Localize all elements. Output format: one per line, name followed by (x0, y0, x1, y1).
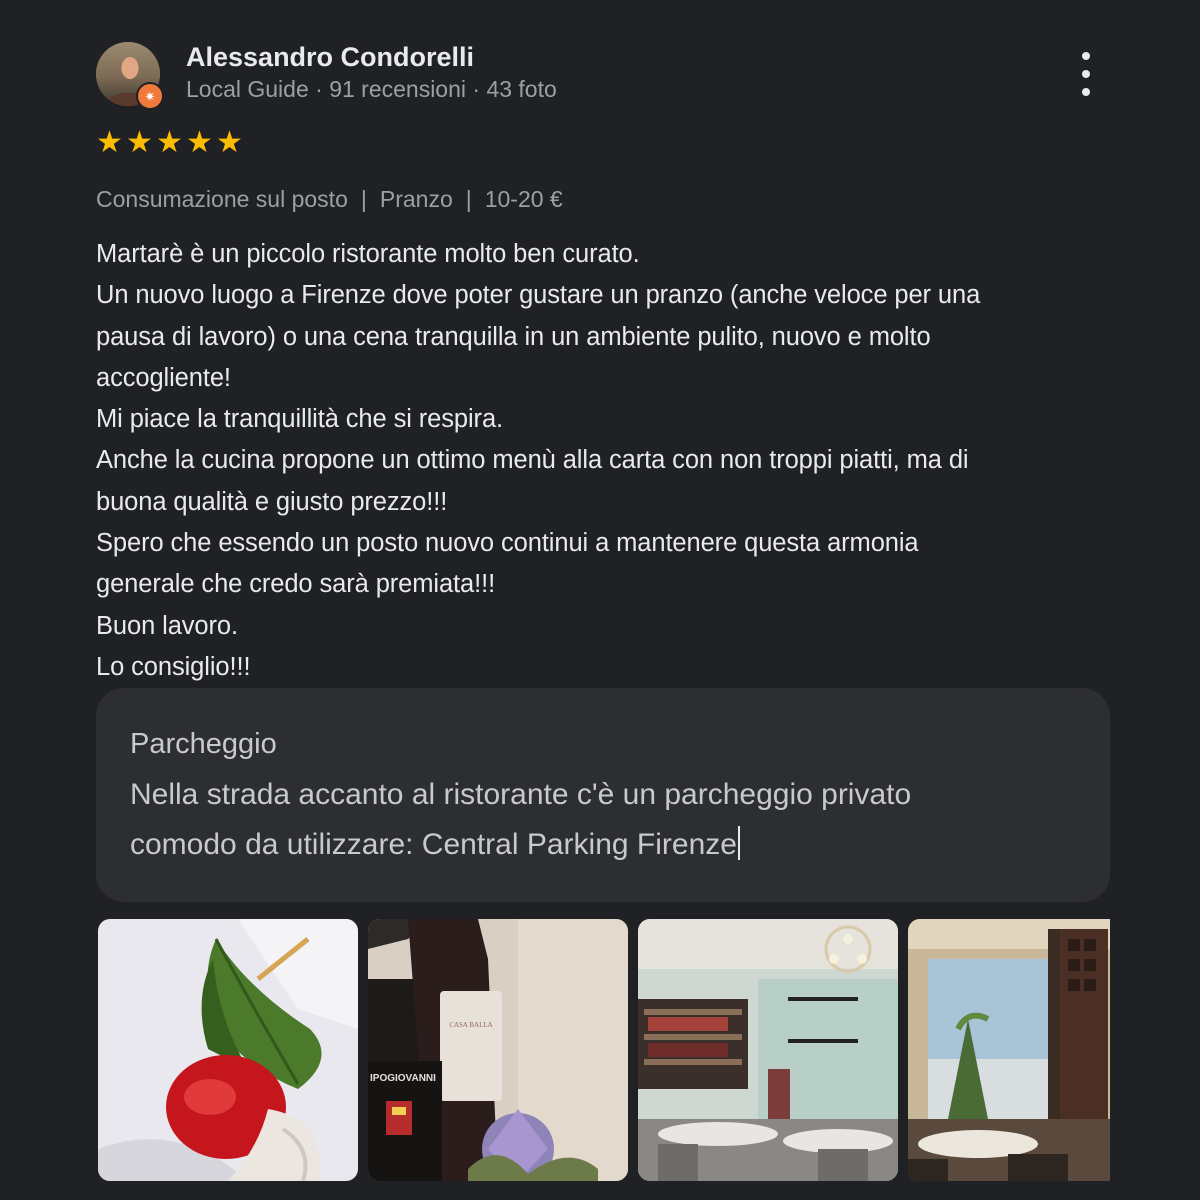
dot (1082, 52, 1090, 60)
dot (1082, 70, 1090, 78)
review-line: Lo consiglio!!! (96, 652, 251, 681)
star-icon: ★ (216, 126, 243, 159)
review-tag: 10-20 € (484, 186, 563, 212)
review-photos: CASA BALLA IPOGIOVANNI (96, 919, 1110, 1181)
star-icon: ★ (96, 126, 123, 159)
parking-title: Parcheggio (130, 728, 277, 760)
review-line: pausa di lavoro) o una cena tranquilla i… (96, 322, 931, 351)
reviewer-meta[interactable]: Local Guide · 91 recensioni · 43 foto (186, 76, 557, 103)
parking-line: Nella strada accanto al ristorante c'è u… (130, 778, 912, 811)
review-line: buona qualità e giusto prezzo!!! (96, 487, 448, 516)
tag-separator: | (360, 186, 367, 212)
parking-line: comodo da utilizzare: Central Parking Fi… (130, 820, 1090, 870)
restaurant-interior-photo[interactable] (638, 919, 898, 1181)
review-line: generale che credo sarà premiata!!! (96, 570, 496, 599)
star-icon: ★ (156, 126, 183, 159)
review-line: Buon lavoro. (96, 611, 238, 640)
review-line: Anche la cucina propone un ottimo menù a… (96, 446, 969, 475)
star-icon: ★ (126, 126, 153, 159)
star-icon: ★ (186, 126, 213, 159)
review-line: Spero che essendo un posto nuovo continu… (96, 529, 919, 558)
tag-separator: | (465, 186, 472, 212)
dining-room-window-photo[interactable] (908, 919, 1110, 1181)
review-tags: Consumazione sul posto | Pranzo | 10-20 € (96, 186, 563, 213)
parking-panel: Parcheggio Nella strada accanto al risto… (96, 688, 1110, 902)
dot (1082, 88, 1090, 96)
parking-text[interactable]: Nella strada accanto al ristorante c'è u… (130, 770, 1090, 870)
reviewer-name[interactable]: Alessandro Condorelli (186, 42, 474, 73)
more-options-icon[interactable] (1074, 52, 1098, 96)
parking-line-text: comodo da utilizzare: Central Parking Fi… (130, 828, 737, 861)
svg-text:CASA BALLA: CASA BALLA (449, 1021, 492, 1029)
review-tag: Pranzo (379, 186, 453, 212)
wine-label-text: IPOGIOVANNI (370, 1073, 436, 1084)
avatar[interactable]: ✷ (96, 42, 164, 110)
review-header: ✷ Alessandro Condorelli Local Guide · 91… (96, 40, 1106, 110)
text-cursor (737, 826, 740, 860)
review-tag: Consumazione sul posto (96, 186, 348, 212)
wine-bottles-photo[interactable]: CASA BALLA IPOGIOVANNI (368, 919, 628, 1181)
review-card: ✷ Alessandro Condorelli Local Guide · 91… (0, 0, 1200, 1200)
review-line: Martarè è un piccolo ristorante molto be… (96, 240, 640, 268)
review-line: accogliente! (96, 363, 231, 392)
star-rating: ★ ★ ★ ★ ★ (96, 128, 244, 162)
review-body: Martarè è un piccolo ristorante molto be… (96, 234, 1126, 688)
review-line: Mi piace la tranquillità che si respira. (96, 405, 504, 434)
local-guide-badge-icon: ✷ (136, 82, 164, 110)
review-line: Un nuovo luogo a Firenze dove poter gust… (96, 281, 981, 310)
caprese-skewer-photo[interactable] (98, 919, 358, 1181)
